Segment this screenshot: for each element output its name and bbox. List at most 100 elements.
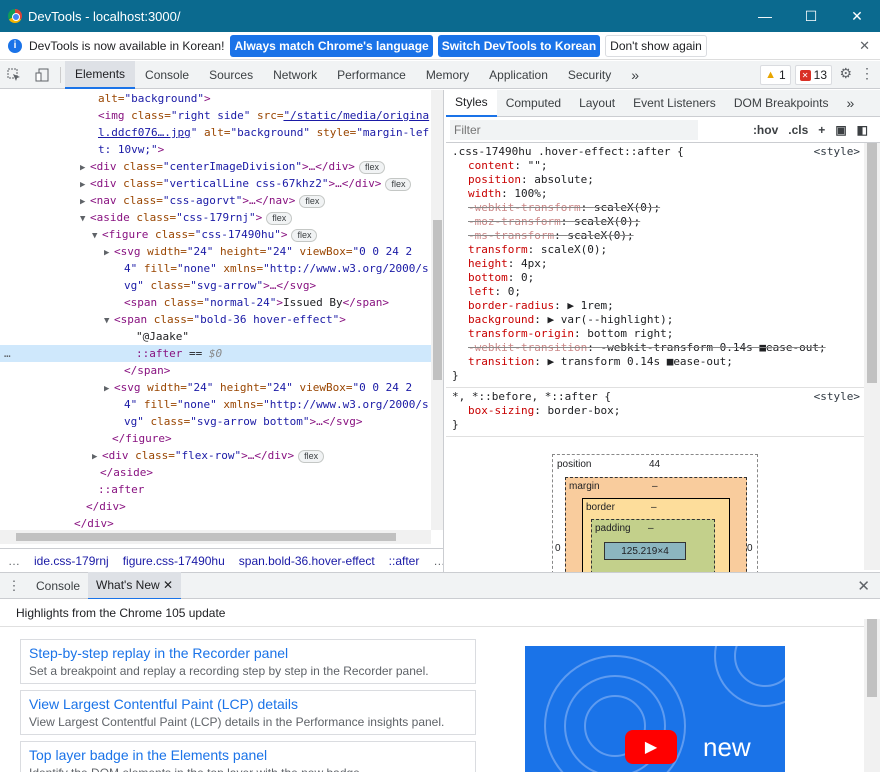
device-toolbar-icon[interactable] bbox=[28, 61, 56, 89]
property-value[interactable]: 0; bbox=[521, 271, 534, 284]
dom-node-line[interactable]: 4" fill="none" xmlns="http://www.w3.org/… bbox=[0, 396, 443, 413]
tab-sources[interactable]: Sources bbox=[199, 61, 263, 89]
tab-memory[interactable]: Memory bbox=[416, 61, 479, 89]
whats-new-scrollbar[interactable] bbox=[864, 619, 880, 772]
property-name[interactable]: -ms-transform bbox=[468, 229, 554, 242]
property-value[interactable]: 0; bbox=[508, 285, 521, 298]
more-options-icon[interactable]: ⋮ bbox=[860, 65, 874, 82]
close-window-button[interactable]: ✕ bbox=[834, 0, 880, 32]
dont-show-again-button[interactable]: Don't show again bbox=[605, 34, 707, 57]
property-value[interactable]: scaleX(0); bbox=[541, 243, 607, 256]
tab-network[interactable]: Network bbox=[263, 61, 327, 89]
dom-node-line[interactable]: 4" fill="none" xmlns="http://www.w3.org/… bbox=[0, 260, 443, 277]
dom-node-line[interactable]: vg" class="svg-arrow bottom">…</svg> bbox=[0, 413, 443, 430]
tab-whats-new[interactable]: What's New ✕ bbox=[88, 571, 182, 600]
style-declaration[interactable]: width: 100%; bbox=[452, 187, 858, 201]
flex-badge[interactable]: flex bbox=[266, 212, 293, 225]
tab-console[interactable]: Console bbox=[28, 572, 88, 600]
minimize-button[interactable]: — bbox=[742, 0, 788, 32]
style-rule[interactable]: *, *::before, *::after {<style> box-sizin… bbox=[446, 388, 864, 437]
dom-node-line[interactable]: <span class="normal-24">Issued By</span> bbox=[0, 294, 443, 311]
elements-dom-tree[interactable]: alt="background"> <img class="right side"… bbox=[0, 90, 444, 548]
close-whats-new-icon[interactable]: ✕ bbox=[163, 578, 173, 592]
styles-filter-input[interactable] bbox=[450, 119, 698, 140]
styles-more-tabs-button[interactable]: » bbox=[838, 89, 864, 117]
dom-node-line[interactable]: </figure> bbox=[0, 430, 443, 447]
feature-card[interactable]: Top layer badge in the Elements panelIde… bbox=[20, 741, 476, 772]
style-declaration[interactable]: left: 0; bbox=[452, 285, 858, 299]
warnings-badge[interactable]: ▲ 1 bbox=[760, 65, 791, 85]
dom-node-line[interactable]: ▶ <svg width="24" height="24" viewBox="0 … bbox=[0, 379, 443, 396]
styles-scrollbar[interactable] bbox=[864, 143, 880, 570]
style-declaration[interactable]: position: absolute; bbox=[452, 173, 858, 187]
property-name[interactable]: position bbox=[468, 173, 521, 186]
property-name[interactable]: left bbox=[468, 285, 495, 298]
rule-source-link[interactable]: <style> bbox=[814, 390, 860, 403]
drawer-menu-icon[interactable]: ⋮ bbox=[0, 572, 28, 600]
property-value[interactable]: border-box; bbox=[547, 404, 620, 417]
styles-tab-dom-breakpoints[interactable]: DOM Breakpoints bbox=[725, 89, 838, 117]
breadcrumb-item[interactable]: … bbox=[8, 554, 20, 568]
breadcrumb-item[interactable]: figure.css-17490hu bbox=[123, 554, 225, 568]
dom-node-line[interactable]: <img class="right side" src="/static/med… bbox=[0, 107, 443, 124]
style-declaration[interactable]: content: ""; bbox=[452, 159, 858, 173]
style-declaration[interactable]: -moz-transform: scaleX(0); bbox=[452, 215, 858, 229]
dom-node-line[interactable]: ▶ <svg width="24" height="24" viewBox="0 … bbox=[0, 243, 443, 260]
style-declaration[interactable]: -webkit-transition: -webkit-transform 0.… bbox=[452, 341, 858, 355]
styles-tab-computed[interactable]: Computed bbox=[497, 89, 570, 117]
collapse-triangle-icon[interactable]: ▼ bbox=[104, 313, 114, 330]
breadcrumb-item[interactable]: … bbox=[433, 554, 443, 568]
breadcrumb-item[interactable]: span.bold-36.hover-effect bbox=[239, 554, 375, 568]
styles-tab-event-listeners[interactable]: Event Listeners bbox=[624, 89, 725, 117]
breadcrumb-item[interactable]: ide.css-179rnj bbox=[34, 554, 109, 568]
property-name[interactable]: -moz-transform bbox=[468, 215, 561, 228]
property-value[interactable]: bottom right; bbox=[587, 327, 673, 340]
dom-node-line[interactable]: </div> bbox=[0, 498, 443, 515]
property-value[interactable]: scaleX(0); bbox=[574, 215, 640, 228]
property-value[interactable]: ▶ transform 0.14s ■ease-out; bbox=[547, 355, 732, 368]
dom-node-line[interactable]: ::after bbox=[0, 481, 443, 498]
rule-source-link[interactable]: <style> bbox=[814, 145, 860, 158]
feature-card-title[interactable]: Top layer badge in the Elements panel bbox=[29, 746, 467, 764]
property-value[interactable]: scaleX(0); bbox=[594, 201, 660, 214]
style-declaration[interactable]: box-sizing: border-box; bbox=[452, 404, 858, 418]
switch-korean-button[interactable]: Switch DevTools to Korean bbox=[437, 34, 601, 57]
expand-triangle-icon[interactable]: ▶ bbox=[104, 245, 114, 262]
style-declaration[interactable]: border-radius: ▶ 1rem; bbox=[452, 299, 858, 313]
property-name[interactable]: transform-origin bbox=[468, 327, 574, 340]
inspect-element-icon[interactable] bbox=[0, 61, 28, 89]
flex-badge[interactable]: flex bbox=[299, 195, 326, 208]
dom-node-line[interactable]: ▼ <aside class="css-179rnj"> flex bbox=[0, 209, 443, 226]
tab-console[interactable]: Console bbox=[135, 61, 199, 89]
youtube-play-icon[interactable]: ▶ bbox=[625, 730, 677, 764]
property-value[interactable]: -webkit-transform 0.14s ■ease-out; bbox=[600, 341, 825, 354]
style-declaration[interactable]: transform: scaleX(0); bbox=[452, 243, 858, 257]
feature-card[interactable]: Step-by-step replay in the Recorder pane… bbox=[20, 639, 476, 684]
infobar-close-icon[interactable]: ✕ bbox=[859, 38, 870, 54]
tab-performance[interactable]: Performance bbox=[327, 61, 416, 89]
maximize-button[interactable]: ☐ bbox=[788, 0, 834, 32]
flex-badge[interactable]: flex bbox=[291, 229, 318, 242]
style-declaration[interactable]: height: 4px; bbox=[452, 257, 858, 271]
property-name[interactable]: content bbox=[468, 159, 514, 172]
property-value[interactable]: ▶ var(--highlight); bbox=[547, 313, 673, 326]
match-language-button[interactable]: Always match Chrome's language bbox=[230, 34, 433, 57]
dom-node-line[interactable]: ▶ <div class="centerImageDivision">…</div… bbox=[0, 158, 443, 175]
styles-tab-layout[interactable]: Layout bbox=[570, 89, 624, 117]
errors-badge[interactable]: ✕ 13 bbox=[794, 65, 832, 85]
feature-card-title[interactable]: View Largest Contentful Paint (LCP) deta… bbox=[29, 695, 467, 713]
property-name[interactable]: transform bbox=[468, 243, 528, 256]
dom-node-line[interactable]: </aside> bbox=[0, 464, 443, 481]
computed-styles-icon[interactable]: ▣ bbox=[835, 123, 846, 137]
style-declaration[interactable]: -ms-transform: scaleX(0); bbox=[452, 229, 858, 243]
collapse-triangle-icon[interactable]: ▼ bbox=[80, 211, 90, 228]
property-name[interactable]: box-sizing bbox=[468, 404, 534, 417]
hov-toggle[interactable]: :hov bbox=[753, 123, 778, 137]
expand-triangle-icon[interactable]: ▶ bbox=[104, 381, 114, 398]
elements-vertical-scrollbar[interactable] bbox=[431, 90, 443, 530]
whats-new-video-thumbnail[interactable]: ▶ new bbox=[525, 646, 785, 772]
more-tabs-button[interactable]: » bbox=[621, 61, 649, 89]
new-rule-button[interactable]: + bbox=[818, 123, 825, 137]
settings-gear-icon[interactable]: ⚙ bbox=[839, 65, 852, 82]
style-declaration[interactable]: background: ▶ var(--highlight); bbox=[452, 313, 858, 327]
